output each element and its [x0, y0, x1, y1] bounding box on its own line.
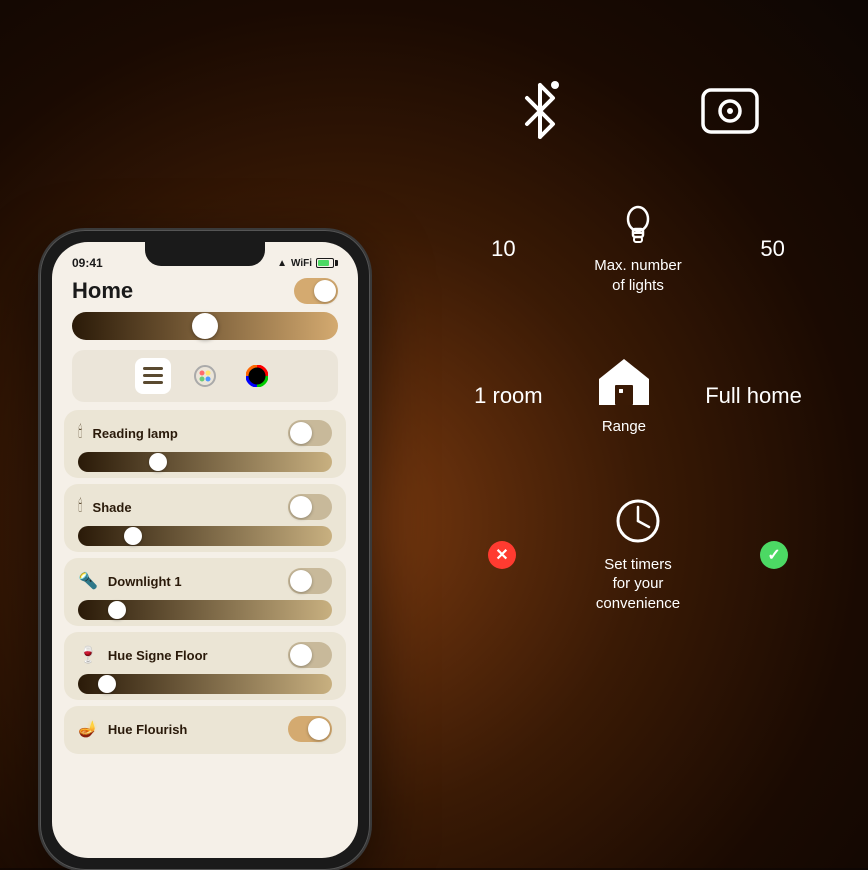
max-lights-value: 50	[753, 236, 793, 262]
light-item: 🕯 Reading lamp	[64, 410, 346, 478]
battery-icon	[316, 258, 338, 268]
light-item-5: 🪔 Hue Flourish	[64, 706, 346, 754]
toggle-knob-1	[290, 422, 312, 444]
slider-thumb-4	[98, 675, 116, 693]
light-toggle-2[interactable]	[288, 494, 332, 520]
light-name-2: Shade	[93, 500, 132, 515]
info-panel: 10 Max. numberof lights 50 1 room Range …	[448, 80, 828, 613]
timers-label: Set timersfor yourconvenience	[596, 555, 680, 614]
light-name-5: Hue Flourish	[108, 722, 187, 737]
brightness-slider[interactable]	[72, 312, 338, 340]
light-item-3: 🔦 Downlight 1	[64, 558, 346, 626]
light-toggle-3[interactable]	[288, 568, 332, 594]
max-lights-center: Max. numberof lights	[594, 202, 682, 295]
house-icon	[595, 355, 653, 407]
range-max-label: Full home	[705, 383, 802, 409]
bulb-icon-1: 🕯	[78, 424, 83, 442]
light-toggle-1[interactable]	[288, 420, 332, 446]
light-name-3: Downlight 1	[108, 574, 182, 589]
bridge-feature	[699, 82, 761, 140]
tab-bar	[72, 350, 338, 402]
max-lights-row: 10 Max. numberof lights 50	[448, 202, 828, 295]
range-label: Range	[602, 417, 646, 437]
list-icon	[143, 367, 163, 385]
light-item-4: 🍷 Hue Signe Floor	[64, 632, 346, 700]
min-lights-value: 10	[483, 236, 523, 262]
toggle-knob-2	[290, 496, 312, 518]
toggle-knob	[314, 280, 336, 302]
bulb-icon-5: 🪔	[78, 719, 98, 739]
range-center: Range	[595, 355, 653, 437]
palette-icon	[194, 365, 216, 387]
phone-notch	[145, 242, 265, 266]
light-slider-4[interactable]	[78, 674, 332, 694]
timers-center: Set timersfor yourconvenience	[596, 497, 680, 614]
light-toggle-5[interactable]	[288, 716, 332, 742]
phone-frame: 09:41 ▲ WiFi Home	[40, 230, 370, 870]
brightness-thumb	[192, 313, 218, 339]
light-name-4: Hue Signe Floor	[108, 648, 208, 663]
range-row: 1 room Range Full home	[448, 355, 828, 437]
bluetooth-icon	[515, 80, 565, 142]
phone-screen: 09:41 ▲ WiFi Home	[52, 242, 358, 858]
slider-thumb-1	[149, 453, 167, 471]
home-title: Home	[72, 278, 133, 304]
icon-row-bluetooth-bridge	[448, 80, 828, 142]
slider-thumb-3	[108, 601, 126, 619]
home-header: Home	[52, 274, 358, 312]
bluetooth-feature	[515, 80, 565, 142]
no-timer-indicator: ✕	[488, 541, 516, 569]
wifi-icon: WiFi	[291, 258, 312, 269]
light-name-1: Reading lamp	[93, 426, 178, 441]
bulb-feature-icon	[623, 202, 653, 246]
status-icons: ▲ WiFi	[277, 258, 338, 269]
toggle-knob-5	[308, 718, 330, 740]
status-time: 09:41	[72, 256, 103, 270]
timers-row: ✕ Set timersfor yourconvenience ✓	[448, 497, 828, 614]
signal-icon: ▲	[277, 258, 287, 269]
bulb-icon-3: 🔦	[78, 571, 98, 591]
tab-color[interactable]	[239, 358, 275, 394]
toggle-knob-3	[290, 570, 312, 592]
max-lights-label: Max. numberof lights	[594, 256, 682, 295]
tab-palette[interactable]	[187, 358, 223, 394]
toggle-knob-4	[290, 644, 312, 666]
clock-icon	[614, 497, 662, 545]
bulb-icon-2: 🕯	[78, 498, 83, 516]
home-toggle[interactable]	[294, 278, 338, 304]
slider-thumb-2	[124, 527, 142, 545]
tab-list[interactable]	[135, 358, 171, 394]
bridge-icon	[699, 82, 761, 140]
range-min-label: 1 room	[474, 383, 542, 409]
bulb-icon-4: 🍷	[78, 645, 98, 665]
light-item-2: 🕯 Shade	[64, 484, 346, 552]
light-slider-1[interactable]	[78, 452, 332, 472]
light-slider-2[interactable]	[78, 526, 332, 546]
light-list: 🕯 Reading lamp 🕯	[52, 402, 358, 762]
light-toggle-4[interactable]	[288, 642, 332, 668]
light-slider-3[interactable]	[78, 600, 332, 620]
yes-timer-indicator: ✓	[760, 541, 788, 569]
phone-mockup: 09:41 ▲ WiFi Home	[40, 230, 370, 850]
color-wheel-icon	[246, 365, 268, 387]
